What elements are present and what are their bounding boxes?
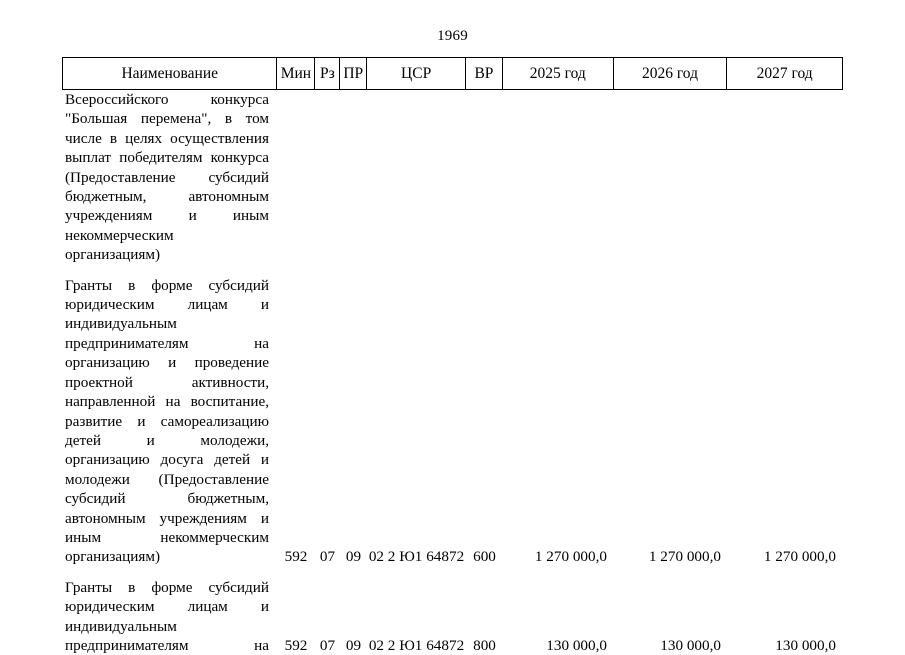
table-row: Гранты в форме субсидий юридическим лицам… bbox=[62, 276, 843, 567]
row-pr-cell: 09 bbox=[345, 636, 362, 654]
row-name-line: иным некоммерческим bbox=[65, 528, 269, 546]
row-spacer bbox=[62, 567, 843, 578]
row-amount-2026: 1 270 000,0 bbox=[648, 548, 721, 566]
row-csr-cell: 02 2 Ю1 64872 bbox=[368, 636, 465, 654]
row-name-line: организацию досуга детей и bbox=[65, 451, 269, 469]
column-header-vr: ВР bbox=[466, 58, 503, 89]
row-rz-cell: 07 bbox=[319, 548, 336, 566]
column-header-year-2025: 2025 год bbox=[503, 58, 614, 89]
row-name-line: юридическим лицам и bbox=[65, 598, 269, 616]
column-header-rz: Рз bbox=[315, 58, 341, 89]
column-header-csr: ЦСР bbox=[367, 58, 466, 89]
row-vr-cell: 600 bbox=[473, 548, 496, 566]
row-name-line: субсидий бюджетным, bbox=[65, 490, 269, 508]
row-name-line: (Предоставление субсидий bbox=[65, 168, 269, 186]
row-min-cell: 592 bbox=[284, 636, 308, 654]
row-name-line: организациям) bbox=[65, 548, 161, 566]
table-row: Всероссийского конкурса "Большая перемена… bbox=[62, 90, 843, 265]
row-name-line: "Большая перемена", в том bbox=[65, 110, 269, 128]
column-header-year-2027: 2027 год bbox=[756, 64, 813, 82]
row-name-line: организацию и проведение bbox=[65, 354, 269, 372]
row-name-line: развитие и самореализацию bbox=[65, 412, 269, 430]
row-name-line: предпринимателям на bbox=[65, 636, 269, 654]
row-amount-2027: 1 270 000,0 bbox=[763, 548, 836, 566]
row-name-line: предпринимателям на bbox=[65, 334, 269, 352]
column-header-min: Мин bbox=[277, 58, 316, 89]
row-name-cell: Всероссийского конкурса "Большая перемена… bbox=[62, 90, 277, 265]
column-header-name: Наименование bbox=[63, 58, 278, 89]
table-body: Всероссийского конкурса "Большая перемена… bbox=[62, 90, 843, 655]
row-name-line: индивидуальным bbox=[65, 617, 177, 635]
row-amount-2026: 130 000,0 bbox=[660, 636, 721, 654]
row-min-cell: 592 bbox=[284, 548, 308, 566]
row-name-line: организациям) bbox=[65, 246, 161, 264]
row-name-cell: Гранты в форме субсидий юридическим лицам… bbox=[62, 578, 277, 655]
row-name-line: детей и молодежи, bbox=[65, 431, 269, 449]
row-name-line: выплат победителям конкурса bbox=[65, 149, 269, 167]
row-rz-cell: 07 bbox=[319, 636, 336, 654]
row-spacer bbox=[62, 265, 843, 276]
row-name-line: проектной активности, bbox=[65, 373, 269, 391]
row-name-line: автономным учреждениям и bbox=[65, 509, 269, 527]
row-amount-2025: 1 270 000,0 bbox=[534, 548, 607, 566]
column-header-pr: ПР bbox=[340, 58, 368, 89]
row-name-line: некоммерческим bbox=[65, 226, 174, 244]
row-csr-cell: 02 2 Ю1 64872 bbox=[368, 548, 465, 566]
row-name-line: учреждениям и иным bbox=[65, 207, 269, 225]
row-name-line: Всероссийского конкурса bbox=[65, 91, 269, 108]
row-name-line: Гранты в форме субсидий bbox=[65, 578, 269, 596]
row-name-line: направленной на воспитание, bbox=[65, 393, 269, 411]
row-name-cell: Гранты в форме субсидий юридическим лицам… bbox=[62, 276, 277, 567]
table-row: Гранты в форме субсидий юридическим лицам… bbox=[62, 578, 843, 655]
row-name-line: бюджетным, автономным bbox=[65, 188, 269, 206]
row-name-line: молодежи (Предоставление bbox=[65, 470, 269, 488]
row-name-line: индивидуальным bbox=[65, 315, 177, 333]
row-name-line: Гранты в форме субсидий bbox=[65, 276, 269, 294]
row-name-line: юридическим лицам и bbox=[65, 296, 269, 314]
row-name-line: числе в целях осуществления bbox=[65, 129, 269, 147]
row-pr-cell: 09 bbox=[345, 548, 362, 566]
table-header-row: Наименование Мин Рз ПР ЦСР ВР 2025 год 2… bbox=[62, 57, 843, 90]
column-header-year-2026: 2026 год bbox=[614, 58, 728, 89]
page-number: 1969 bbox=[437, 28, 468, 44]
row-vr-cell: 800 bbox=[473, 636, 496, 654]
row-amount-2027: 130 000,0 bbox=[775, 636, 836, 654]
row-amount-2025: 130 000,0 bbox=[546, 636, 607, 654]
